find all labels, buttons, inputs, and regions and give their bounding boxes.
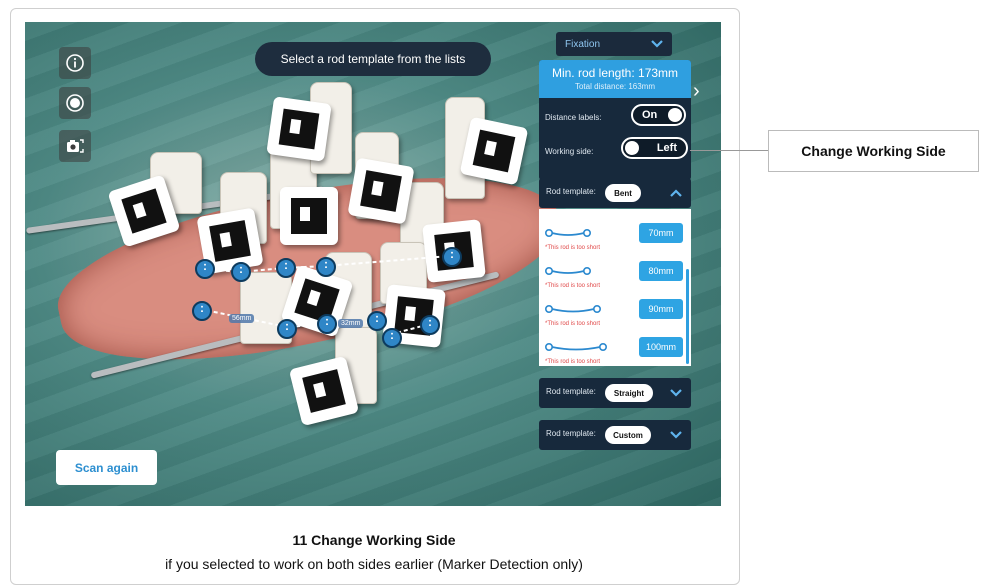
- rod-anchor-node[interactable]: [195, 259, 215, 279]
- rod-anchor-node[interactable]: [420, 315, 440, 335]
- ar-camera-view: 56mm 32mm Select a rod template from the…: [25, 22, 721, 506]
- distance-tag: 56mm: [229, 314, 255, 323]
- min-rod-length: Min. rod length: 173mm: [551, 66, 679, 80]
- rod-warning: *This rod is too short: [545, 359, 601, 365]
- chevron-up-icon: [670, 189, 682, 197]
- rod-length-header: Min. rod length: 173mm Total distance: 1…: [539, 60, 691, 98]
- rod-anchor-node[interactable]: [442, 247, 462, 267]
- rod-warning: *This rod is too short: [545, 283, 601, 289]
- instruction-banner: Select a rod template from the lists: [255, 42, 491, 76]
- camera-capture-button[interactable]: [59, 130, 91, 162]
- rod-length-button[interactable]: 70mm: [639, 223, 683, 243]
- working-side-toggle[interactable]: Left: [621, 137, 688, 159]
- fixation-dropdown[interactable]: Fixation: [556, 32, 672, 56]
- list-item: *This rod is too short: [539, 209, 691, 211]
- working-side-label: Working side:: [545, 147, 594, 156]
- rod-length-button[interactable]: 90mm: [639, 299, 683, 319]
- rod-template-custom[interactable]: Rod template: Custom: [539, 420, 691, 450]
- fixation-dropdown-label: Fixation: [565, 38, 601, 50]
- callout-label: Change Working Side: [801, 143, 946, 159]
- rod-anchor-node[interactable]: [231, 262, 251, 282]
- distance-tag: 32mm: [338, 319, 364, 328]
- rod-anchor-node[interactable]: [317, 314, 337, 334]
- rod-length-button[interactable]: 100mm: [639, 337, 683, 357]
- rod-template-value: Custom: [605, 426, 651, 444]
- rod-shape-icon: [545, 266, 591, 276]
- rod-template-value: Bent: [605, 184, 641, 202]
- chevron-right-icon[interactable]: ›: [693, 80, 705, 120]
- rod-template-straight[interactable]: Rod template: Straight: [539, 378, 691, 408]
- rod-option-90[interactable]: 90mm *This rod is too short: [539, 293, 691, 331]
- rod-template-bent[interactable]: Rod template: Bent: [539, 178, 691, 208]
- rod-anchor-node[interactable]: [382, 328, 402, 348]
- toggle-knob: [625, 141, 639, 155]
- callout-line: [690, 150, 768, 151]
- toggle-knob: [668, 108, 682, 122]
- instruction-text: Select a rod template from the lists: [280, 52, 466, 66]
- scan-again-button[interactable]: Scan again: [56, 450, 157, 485]
- rod-length-button[interactable]: 80mm: [639, 261, 683, 281]
- working-side-value: Left: [656, 142, 677, 154]
- rod-warning: *This rod is too short: [545, 321, 601, 327]
- rod-anchor-node[interactable]: [192, 301, 212, 321]
- rod-shape-icon: [545, 342, 607, 352]
- info-button[interactable]: [59, 47, 91, 79]
- rod-list-scrollbar[interactable]: [686, 269, 689, 364]
- record-button[interactable]: [59, 87, 91, 119]
- rod-anchor-node[interactable]: [316, 257, 336, 277]
- chevron-down-icon: [670, 431, 682, 439]
- rod-option-100[interactable]: 100mm *This rod is too short: [539, 331, 691, 366]
- caption-title: 11 Change Working Side: [292, 532, 456, 548]
- rod-option-80[interactable]: 80mm *This rod is too short: [539, 255, 691, 293]
- caption-subtitle: if you selected to work on both sides ea…: [165, 556, 583, 572]
- distance-labels-value: On: [642, 109, 658, 121]
- rod-template-value: Straight: [605, 384, 653, 402]
- chevron-down-icon: [670, 389, 682, 397]
- rod-settings-panel: Min. rod length: 173mm Total distance: 1…: [539, 60, 691, 180]
- total-distance: Total distance: 163mm: [574, 82, 656, 91]
- chevron-down-icon: [651, 40, 663, 48]
- rod-anchor-node[interactable]: [277, 319, 297, 339]
- camera-icon: [67, 139, 84, 153]
- rod-anchor-node[interactable]: [276, 258, 296, 278]
- rod-shape-icon: [545, 228, 591, 238]
- rod-warning: *This rod is too short: [545, 245, 601, 251]
- distance-labels-label: Distance labels:: [545, 113, 602, 122]
- distance-labels-toggle[interactable]: On: [631, 104, 686, 126]
- info-icon: [66, 54, 84, 72]
- record-icon: [66, 94, 84, 112]
- rod-template-label: Rod template:: [546, 387, 596, 396]
- rod-list: *This rod is too short 70mm *This rod is…: [539, 209, 691, 366]
- rod-option-70[interactable]: 70mm *This rod is too short: [539, 217, 691, 255]
- rod-template-label: Rod template:: [546, 429, 596, 438]
- rod-shape-icon: [545, 304, 601, 314]
- rod-template-label: Rod template:: [546, 187, 596, 196]
- callout-box: Change Working Side: [768, 130, 979, 172]
